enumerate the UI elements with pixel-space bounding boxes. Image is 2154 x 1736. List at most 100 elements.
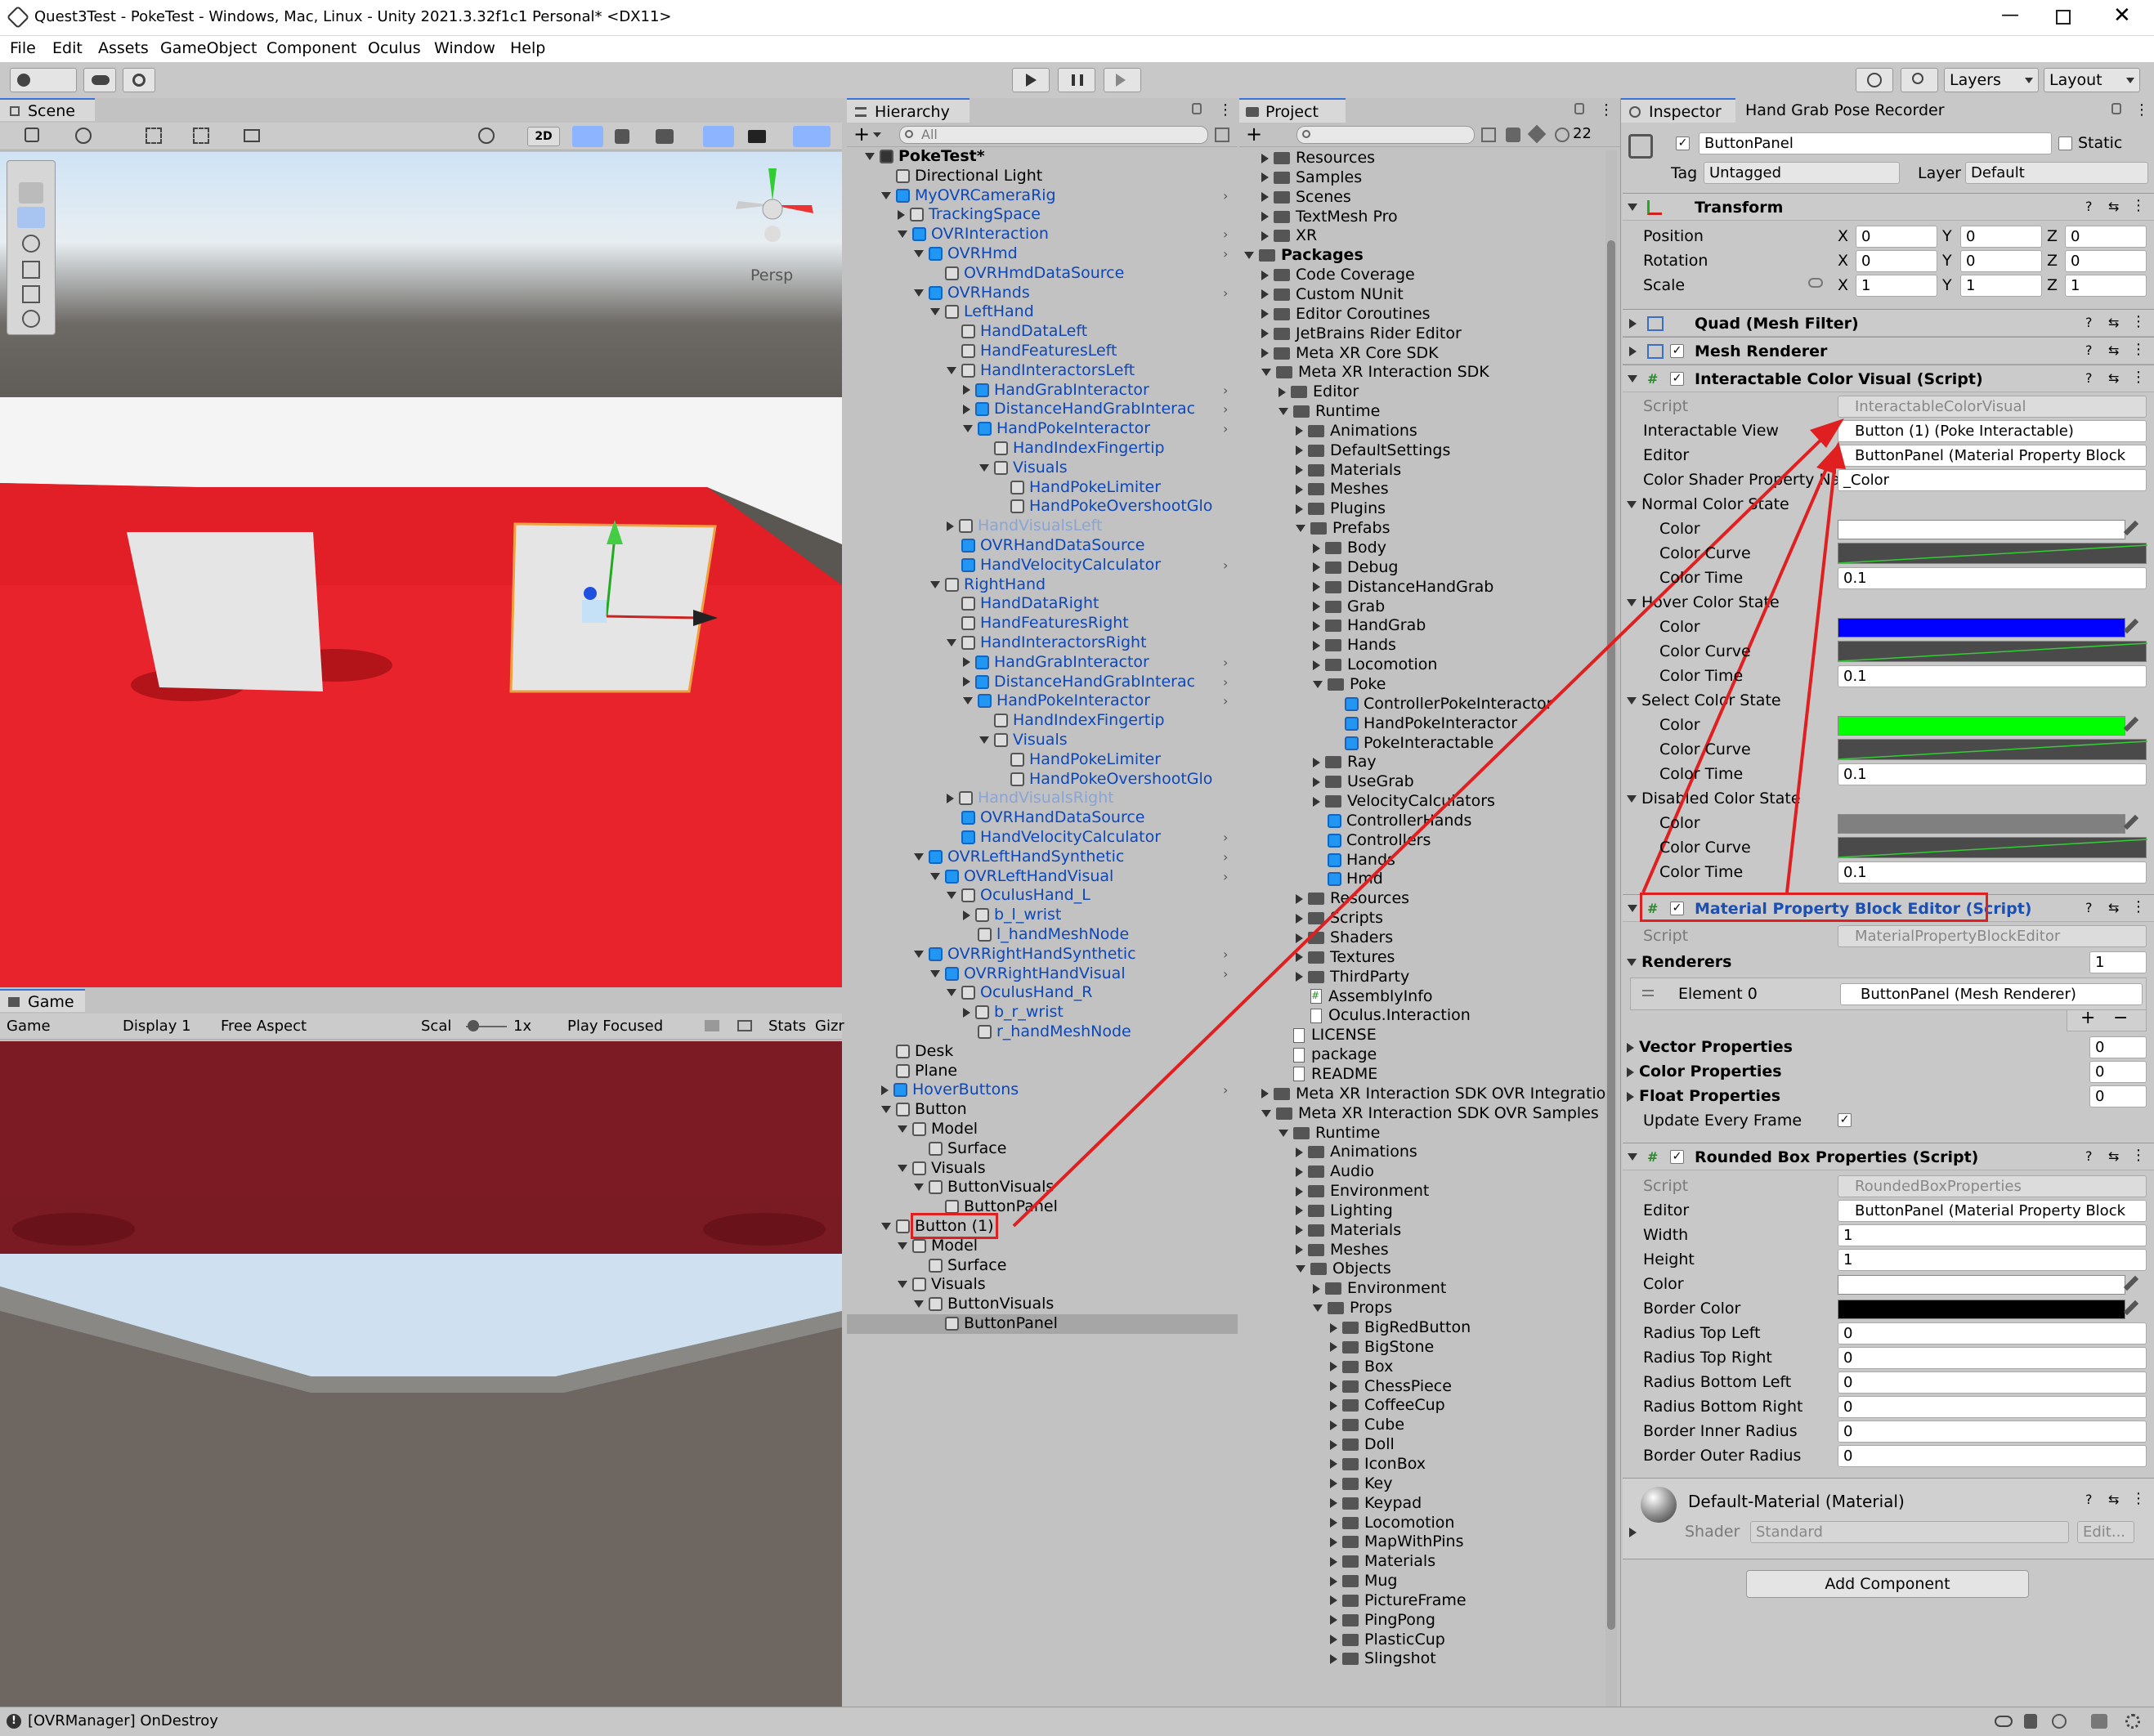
project-row[interactable]: MapWithPins	[1239, 1532, 1464, 1552]
layer-dropdown[interactable]: Default	[1965, 162, 2148, 184]
increment-icon[interactable]	[244, 129, 260, 142]
element-0-field[interactable]: ButtonPanel (Mesh Renderer)	[1840, 983, 2143, 1005]
hierarchy-row[interactable]: HandIndexFingertip	[847, 439, 1238, 459]
more-menu-icon[interactable]: ⋮	[2134, 101, 2149, 119]
project-row[interactable]: Locomotion	[1239, 1514, 1454, 1533]
chevron-down-icon[interactable]	[979, 736, 989, 744]
chevron-down-icon[interactable]	[914, 852, 924, 861]
cloud-button[interactable]	[83, 68, 116, 92]
select-color-swatch[interactable]	[1838, 716, 2125, 736]
renderers-label[interactable]: Renderers	[1627, 953, 1731, 971]
project-row[interactable]: Environment	[1239, 1182, 1429, 1201]
search-by-type-icon[interactable]	[1481, 128, 1496, 142]
project-row[interactable]: Textures	[1239, 948, 1395, 968]
menu-component[interactable]: Component	[266, 39, 356, 57]
chevron-right-icon[interactable]	[1296, 465, 1303, 476]
project-row[interactable]: JetBrains Rider Editor	[1239, 324, 1462, 344]
chevron-right-icon[interactable]: ›	[1223, 946, 1228, 962]
project-row[interactable]: DistanceHandGrab	[1239, 578, 1493, 597]
chevron-down-icon[interactable]	[1279, 1129, 1288, 1137]
chevron-right-icon[interactable]	[1330, 1342, 1337, 1353]
chevron-right-icon[interactable]	[1296, 972, 1303, 982]
gizmo-tool-icon[interactable]	[25, 128, 39, 142]
chevron-right-icon[interactable]	[1313, 757, 1320, 767]
visibility-toggle-icon[interactable]	[703, 126, 734, 147]
chevron-right-icon[interactable]: ›	[1223, 226, 1228, 242]
chevron-right-icon[interactable]	[898, 209, 905, 220]
scale-slider-handle[interactable]	[468, 1020, 479, 1031]
inspector-tab[interactable]: Inspector	[1621, 98, 1735, 123]
height-field[interactable]: 1	[1838, 1249, 2147, 1271]
component-menu-icon[interactable]: ⋮	[2131, 313, 2146, 330]
disabled-color-state-label[interactable]: Disabled Color State	[1627, 790, 1801, 808]
more-menu-icon[interactable]: ⋮	[1599, 101, 1614, 119]
chevron-down-icon[interactable]	[865, 153, 875, 160]
project-row[interactable]: Mug	[1239, 1572, 1398, 1591]
chevron-right-icon[interactable]	[1261, 309, 1269, 320]
project-row[interactable]: Materials	[1239, 1221, 1401, 1241]
chevron-right-icon[interactable]	[1296, 484, 1303, 494]
chevron-right-icon[interactable]	[1261, 172, 1269, 183]
game-tab[interactable]: Game	[0, 989, 85, 1012]
hierarchy-row[interactable]: HandPokeOvershootGlo	[847, 770, 1238, 790]
tag-dropdown[interactable]: Untagged	[1704, 162, 1900, 184]
chevron-down-icon[interactable]	[914, 289, 924, 297]
hierarchy-row[interactable]: RightHand	[847, 575, 1238, 595]
chevron-right-icon[interactable]: ›	[1223, 188, 1228, 204]
hierarchy-row[interactable]: HandIndexFingertip	[847, 711, 1238, 731]
chevron-right-icon[interactable]: ›	[1223, 383, 1228, 398]
chevron-down-icon[interactable]	[1296, 525, 1305, 533]
chevron-right-icon[interactable]	[963, 657, 970, 668]
project-row[interactable]: Doll	[1239, 1435, 1395, 1455]
chevron-down-icon[interactable]	[1279, 408, 1288, 416]
project-row[interactable]: package	[1239, 1045, 1377, 1065]
chevron-right-icon[interactable]: ›	[1223, 655, 1228, 670]
chevron-down-icon[interactable]	[947, 639, 956, 647]
display-dropdown[interactable]: Display 1	[123, 1018, 191, 1035]
help-icon[interactable]: ?	[2085, 315, 2093, 330]
hierarchy-row[interactable]: Visuals	[847, 459, 1238, 478]
preset-icon[interactable]: ⇆	[2108, 315, 2119, 330]
chevron-right-icon[interactable]	[1296, 952, 1303, 963]
more-menu-icon[interactable]: ⋮	[1218, 101, 1233, 119]
project-row[interactable]: PlasticCup	[1239, 1631, 1445, 1650]
rect-tool-icon[interactable]	[22, 285, 40, 303]
hierarchy-row[interactable]: ButtonPanel	[847, 1197, 1238, 1217]
project-row[interactable]: CoffeeCup	[1239, 1396, 1445, 1416]
favorite-icon[interactable]	[1527, 124, 1547, 144]
renderers-count-field[interactable]: 1	[2089, 951, 2147, 973]
drag-handle-icon[interactable]	[1642, 990, 1654, 996]
help-icon[interactable]: ?	[2085, 1492, 2093, 1507]
hierarchy-row[interactable]: HandGrabInteractor ›	[847, 381, 1238, 400]
hierarchy-search-input[interactable]: All	[899, 126, 1208, 144]
chevron-right-icon[interactable]: ›	[1223, 674, 1228, 690]
lock-icon[interactable]	[1192, 103, 1202, 114]
chevron-right-icon[interactable]	[1330, 1381, 1337, 1392]
hierarchy-row[interactable]: Model	[847, 1120, 1238, 1139]
help-icon[interactable]: ?	[2085, 370, 2093, 386]
oculus-status-icon[interactable]	[1995, 1716, 2013, 1727]
pause-button[interactable]	[1058, 68, 1095, 92]
project-row[interactable]: Debug	[1239, 558, 1398, 578]
game-view-dropdown[interactable]: Game	[7, 1018, 51, 1035]
border-color-swatch[interactable]	[1838, 1300, 2125, 1319]
status-message[interactable]: [OVRManager] OnDestroy	[28, 1712, 218, 1729]
hierarchy-row[interactable]: HandPokeOvershootGlo	[847, 497, 1238, 517]
lock-icon[interactable]	[1574, 103, 1584, 114]
chevron-right-icon[interactable]	[1296, 1147, 1303, 1157]
hierarchy-row[interactable]: Visuals	[847, 1159, 1238, 1179]
chevron-down-icon[interactable]	[1296, 1265, 1305, 1273]
transform-tool-icon[interactable]	[22, 310, 40, 328]
border-outer-radius-field[interactable]: 0	[1838, 1445, 2147, 1467]
project-row[interactable]: # AssemblyInfo	[1239, 987, 1433, 1007]
project-row[interactable]: Prefabs	[1239, 519, 1390, 539]
hover-time-field[interactable]: 0.1	[1838, 665, 2147, 687]
component-menu-icon[interactable]: ⋮	[2131, 898, 2146, 915]
object-name-field[interactable]: ButtonPanel	[1699, 132, 2052, 154]
project-scrollbar[interactable]	[1605, 150, 1617, 1707]
minimize-button[interactable]: —	[2001, 5, 2019, 25]
project-row[interactable]: Plugins	[1239, 499, 1386, 519]
chevron-down-icon[interactable]	[947, 989, 956, 997]
project-row[interactable]: Custom NUnit	[1239, 285, 1404, 305]
menu-gameobject[interactable]: GameObject	[160, 39, 257, 57]
